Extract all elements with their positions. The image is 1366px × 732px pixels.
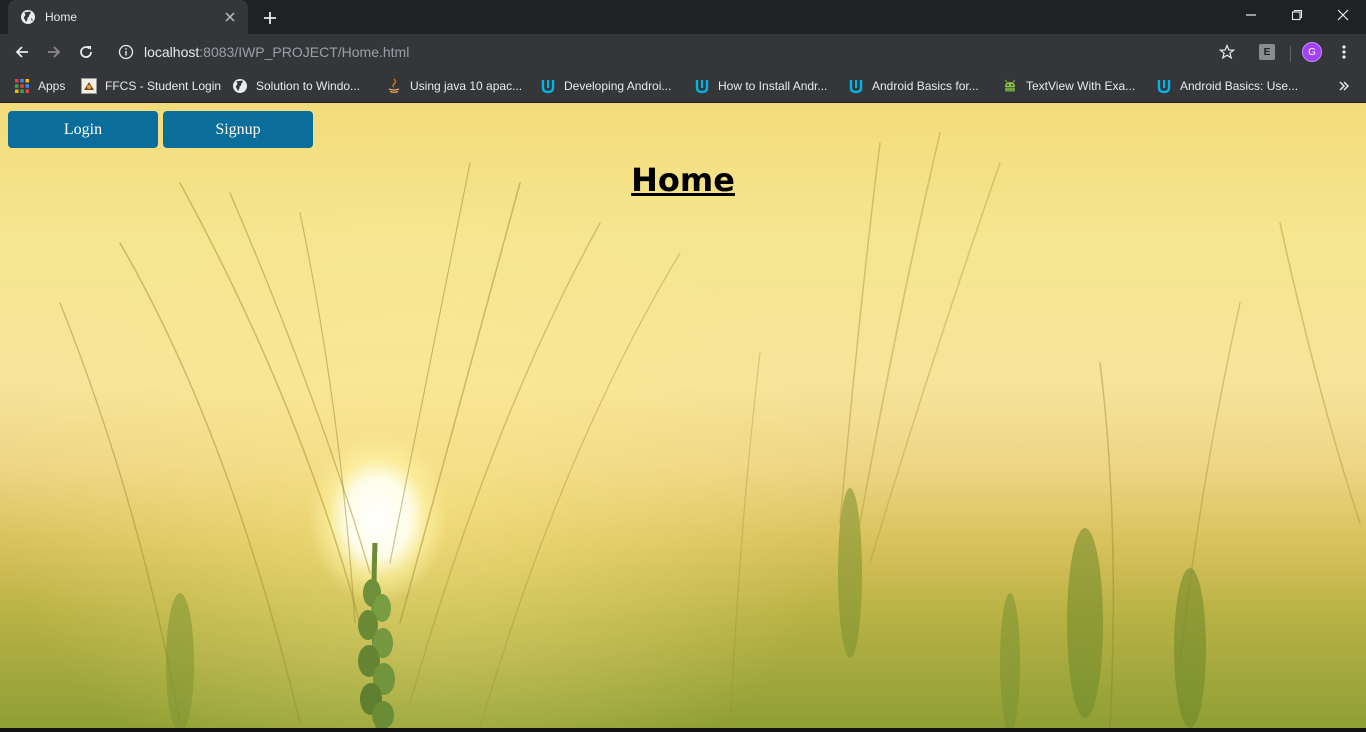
bookmark-textview[interactable]: TextView With Exa...: [1002, 74, 1135, 98]
bookmark-label: Apps: [38, 79, 66, 93]
extension-icon: E: [1259, 44, 1275, 60]
ffcs-icon: [81, 78, 97, 94]
bookmark-star-icon[interactable]: [1213, 38, 1241, 66]
udacity-icon: [848, 78, 864, 94]
url-text: localhost:8083/IWP_PROJECT/Home.html: [144, 44, 409, 60]
bookmark-label: Solution to Windo...: [256, 79, 361, 93]
new-tab-button[interactable]: [260, 8, 280, 28]
bookmarks-bar: Apps FFCS - Student Login Solution to Wi…: [0, 70, 1366, 103]
apps-grid-icon: [14, 78, 30, 94]
menu-button[interactable]: [1330, 38, 1358, 66]
chevron-right-icon[interactable]: [1336, 78, 1352, 94]
bookmark-label: Android Basics: Use...: [1180, 79, 1299, 93]
login-button[interactable]: Login: [8, 111, 158, 148]
bookmark-developing-android[interactable]: Developing Androi...: [540, 74, 671, 98]
udacity-icon: [694, 78, 710, 94]
udacity-icon: [540, 78, 556, 94]
restore-window-button[interactable]: [1274, 0, 1320, 30]
java-icon: [386, 78, 402, 94]
bookmark-label: Using java 10 apac...: [410, 79, 523, 93]
page-title: Home: [631, 161, 735, 199]
bookmark-label: Developing Androi...: [564, 79, 672, 93]
udacity-icon: [1156, 78, 1172, 94]
bookmark-android-basics-use[interactable]: Android Basics: Use...: [1156, 74, 1298, 98]
bookmark-android-basics[interactable]: Android Basics for...: [848, 74, 979, 98]
bookmark-java-10[interactable]: Using java 10 apac...: [386, 74, 522, 98]
globe-icon: [232, 78, 248, 94]
toolbar-divider: [1290, 46, 1291, 62]
tab-title: Home: [45, 10, 78, 24]
extension-button[interactable]: E: [1253, 38, 1281, 66]
bookmark-ffcs[interactable]: FFCS - Student Login: [81, 74, 221, 98]
browser-toolbar: localhost:8083/IWP_PROJECT/Home.html E G: [0, 34, 1366, 70]
close-tab-icon[interactable]: [222, 9, 238, 25]
bookmark-label: Android Basics for...: [872, 79, 979, 93]
bookmark-apps[interactable]: Apps: [14, 74, 65, 98]
signup-button[interactable]: Signup: [163, 111, 313, 148]
reload-button[interactable]: [72, 38, 100, 66]
bookmark-label: TextView With Exa...: [1026, 79, 1136, 93]
page-viewport: Login Signup Home: [0, 103, 1366, 728]
browser-tab[interactable]: Home: [8, 0, 248, 34]
site-info-icon[interactable]: [118, 44, 134, 60]
forward-button[interactable]: [40, 38, 68, 66]
android-icon: [1002, 78, 1018, 94]
back-button[interactable]: [8, 38, 36, 66]
bookmark-label: FFCS - Student Login: [105, 79, 222, 93]
bookmark-solution-windows[interactable]: Solution to Windo...: [232, 74, 360, 98]
tab-strip: Home: [0, 0, 1366, 34]
bookmark-install-android[interactable]: How to Install Andr...: [694, 74, 827, 98]
bookmark-label: How to Install Andr...: [718, 79, 828, 93]
minimize-window-button[interactable]: [1228, 0, 1274, 30]
close-window-button[interactable]: [1320, 0, 1366, 30]
address-bar[interactable]: localhost:8083/IWP_PROJECT/Home.html: [108, 38, 1254, 66]
url-host: localhost: [144, 44, 200, 60]
globe-icon: [20, 9, 36, 25]
profile-button[interactable]: G: [1298, 38, 1326, 66]
url-path: :8083/IWP_PROJECT/Home.html: [199, 44, 410, 60]
horizontal-scrollbar[interactable]: [0, 728, 1366, 732]
avatar: G: [1302, 42, 1322, 62]
